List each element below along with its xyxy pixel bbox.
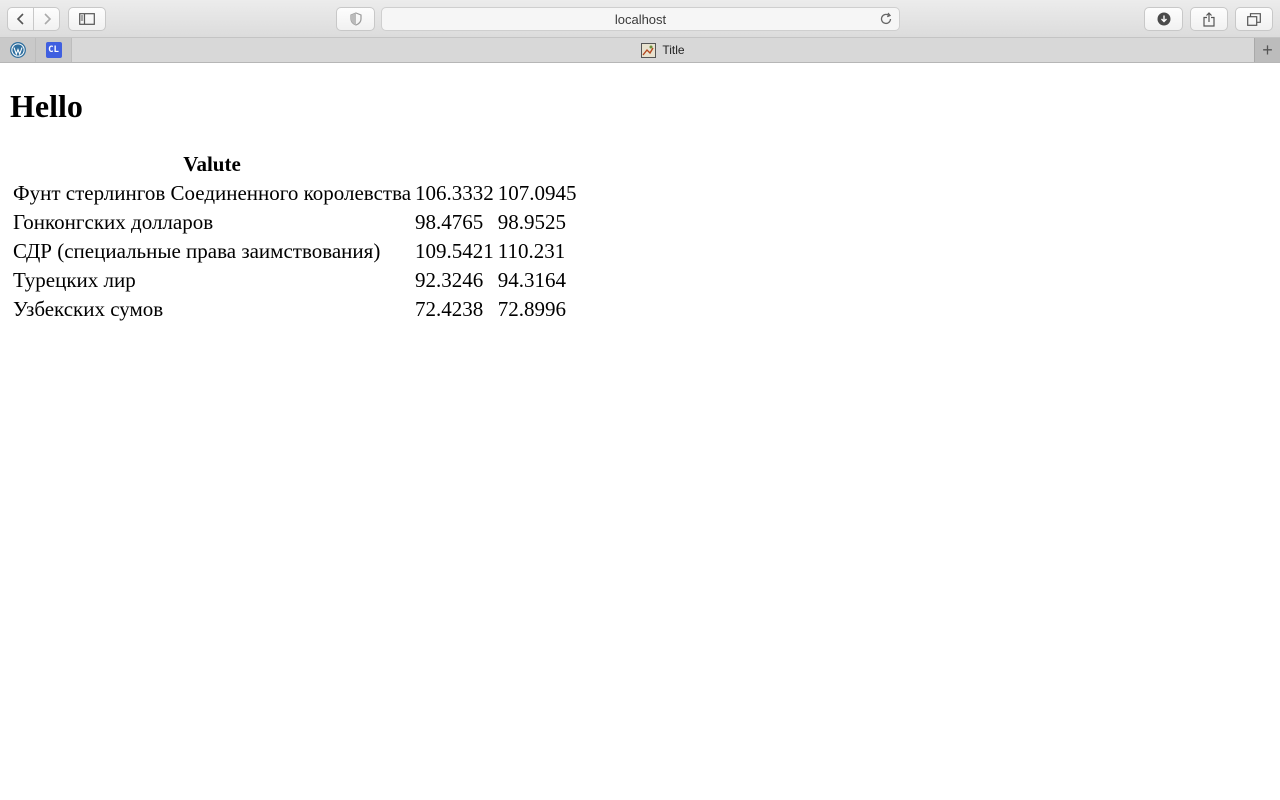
cl-icon: CL [45,42,62,58]
currency-value-2: 98.9525 [497,210,567,234]
shield-icon [349,12,362,26]
chevron-left-icon [16,13,24,25]
share-icon [1203,11,1215,27]
column-header-empty [414,151,495,178]
share-button[interactable] [1190,7,1228,31]
navigation-buttons [7,7,60,31]
forward-button[interactable] [33,8,59,30]
wordpress-icon [9,42,26,58]
plus-icon: + [1262,39,1273,60]
chevron-right-icon [43,13,51,25]
privacy-report-button[interactable] [336,7,375,31]
downloads-button[interactable] [1144,7,1183,31]
address-bar[interactable]: localhost [381,7,900,31]
tabs-icon [1247,12,1261,26]
tab-title: Title [662,43,685,57]
column-header-empty [497,151,578,178]
currency-name: Турецких лир [13,268,136,292]
download-icon [1157,12,1170,26]
tab-bar: CL Title + [0,38,1280,63]
currency-name: Фунт стерлингов Соединенного королевства [13,181,412,205]
table-row: Турецких лир 92.3246 94.3164 [12,267,578,294]
address-text: localhost [614,11,667,27]
column-header-valute: Valute [183,152,241,176]
active-tab[interactable]: Title [72,38,1254,62]
currency-value-1: 98.4765 [415,210,484,234]
sidebar-icon [79,13,95,25]
currency-value-1: 92.3246 [415,268,484,292]
currency-value-1: 109.5421 [415,239,494,263]
tab-overview-button[interactable] [1235,7,1273,31]
table-row: Фунт стерлингов Соединенного королевства… [12,180,578,207]
pinned-tab-wordpress[interactable] [0,38,36,62]
page-heading: Hello [10,88,83,124]
table-row: СДР (специальные права заимствования) 10… [12,238,578,265]
browser-toolbar: localhost [0,0,1280,38]
currency-table: Valute Фунт стерлингов Соединенного коро… [10,149,580,325]
currency-name: Гонконгских долларов [13,210,214,234]
currency-value-2: 110.231 [497,239,566,263]
currency-value-2: 94.3164 [497,268,567,292]
page-favicon-icon [641,42,657,58]
page-content: Hello Valute Фунт стерлингов Соединенног… [0,63,1280,800]
pinned-tab-cl[interactable]: CL [36,38,72,62]
reload-icon[interactable] [879,12,893,26]
currency-name: Узбекских сумов [13,297,164,321]
currency-value-1: 72.4238 [415,297,484,321]
back-button[interactable] [8,8,33,30]
currency-value-2: 107.0945 [497,181,577,205]
sidebar-button[interactable] [68,7,106,31]
table-row: Гонконгских долларов 98.4765 98.9525 [12,209,578,236]
table-row: Узбекских сумов 72.4238 72.8996 [12,296,578,323]
new-tab-button[interactable]: + [1254,38,1280,62]
currency-value-1: 106.3332 [415,181,494,205]
table-header-row: Valute [12,151,578,178]
currency-value-2: 72.8996 [497,297,567,321]
currency-name: СДР (специальные права заимствования) [13,239,381,263]
